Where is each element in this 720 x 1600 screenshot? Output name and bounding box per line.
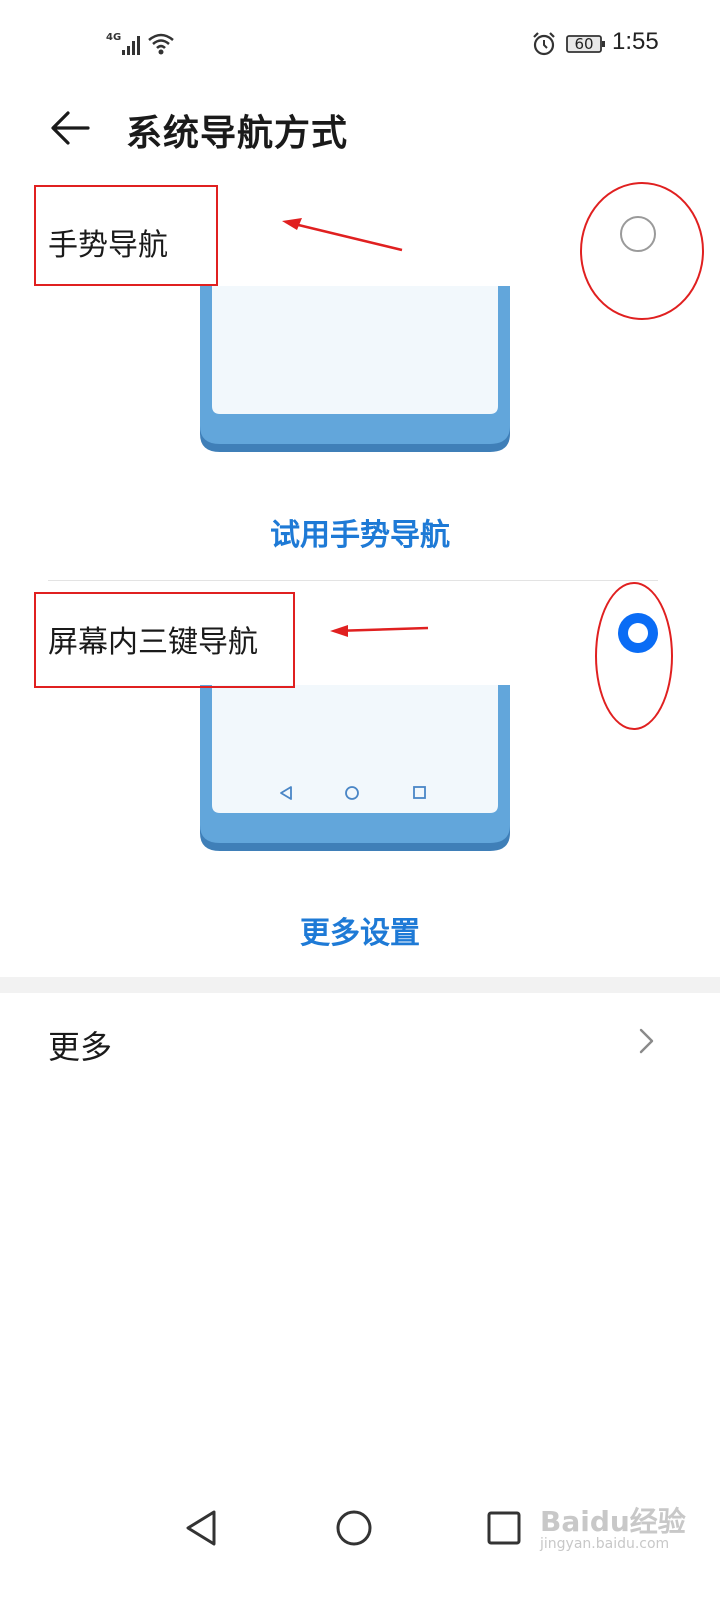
signal-icon	[122, 36, 140, 55]
more-label: 更多	[48, 1028, 113, 1066]
battery-level: 60	[574, 35, 594, 53]
section-divider	[0, 977, 720, 993]
wifi-icon	[148, 33, 174, 55]
annotation-arrow-gesture	[282, 218, 403, 252]
watermark-url: jingyan.baidu.com	[540, 1536, 670, 1552]
try-gesture-link[interactable]: 试用手势导航	[0, 510, 720, 554]
back-triangle-icon[interactable]	[180, 1506, 224, 1550]
annotation-ellipse-three-key	[595, 582, 673, 730]
home-circle-icon[interactable]	[332, 1506, 376, 1550]
annotation-box-three-key	[34, 592, 295, 688]
watermark-logo: Baidu经验	[540, 1505, 686, 1538]
gesture-phone-illustration	[200, 286, 510, 452]
more-settings-link[interactable]: 更多设置	[0, 908, 720, 952]
three-key-phone-illustration	[200, 685, 510, 851]
arrow-left-icon[interactable]	[48, 108, 92, 148]
annotation-box-gesture	[34, 185, 218, 286]
status-time: 1:55	[612, 28, 659, 55]
annotation-arrow-three-key	[330, 625, 429, 637]
annotation-ellipse-gesture	[580, 182, 704, 320]
page-title: 系统导航方式	[126, 113, 349, 154]
recents-square-icon[interactable]	[482, 1506, 526, 1550]
chevron-right-icon	[639, 1028, 654, 1054]
alarm-icon	[533, 32, 555, 56]
